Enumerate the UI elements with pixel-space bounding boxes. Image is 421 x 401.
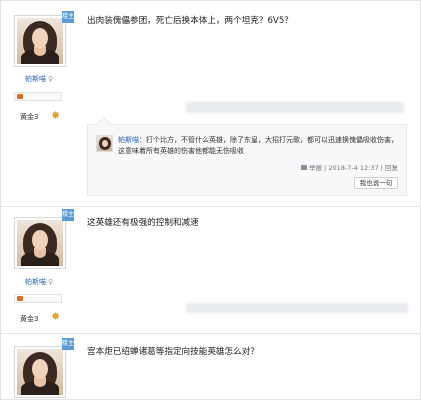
reply-box: 帕斯喵：打个比方，不管什么英雄，除了东皇，大招打元歌，都可以迅速换傀儡吸收伤害，… (87, 124, 407, 196)
level-box (14, 92, 62, 101)
post-content: 这英雄还有极强的控制和减速 (87, 218, 199, 228)
reply-text: 帕斯喵：打个比方，不管什么英雄，除了东皇，大招打元歌，都可以迅速换傀儡吸收伤害，… (118, 135, 400, 157)
post-content: 出肉装傀儡参团，死亡后换本体上，两个坦克？6V5？ (87, 16, 293, 26)
author-name-label[interactable]: 帕斯喵 (25, 75, 46, 83)
avatar-image (17, 18, 63, 64)
avatar-image (17, 220, 63, 266)
reply-date: 2018-7-4 12:37 (328, 164, 379, 172)
gender-icon: ♀ (48, 278, 54, 286)
reply-avatar[interactable] (96, 135, 113, 152)
post-content: 宫本炬已绍蝉诸葛等指定向技能英雄怎么对？ (87, 347, 259, 357)
redacted-text (186, 303, 408, 313)
reply-meta: 举报 | 2018-7-4 12:37 | 回复 (300, 162, 398, 172)
rank-badge-icon: ✸ (51, 310, 61, 323)
rank-text: 黄金3 (20, 315, 39, 323)
report-icon (300, 165, 307, 170)
author-name-label[interactable]: 帕斯喵 (25, 278, 46, 286)
post-2: 楼主 帕斯喵 ♀ 黄金3 ✸ 这英雄还有极强的控制和减速 (1, 207, 421, 333)
reply-body: 打个比方，不管什么英雄，除了东皇，大招打元歌，都可以迅速换傀儡吸收伤害，这意味着… (118, 136, 398, 155)
avatar[interactable] (14, 15, 66, 67)
meta-separator: | (380, 164, 383, 172)
author-badge: 楼主 (62, 338, 74, 350)
reply-username[interactable]: 帕斯喵 (118, 136, 139, 144)
post-3: 楼主 宫本炬已绍蝉诸葛等指定向技能英雄怎么对？ (1, 334, 421, 401)
game-icon (17, 94, 23, 99)
author-badge: 楼主 (62, 11, 74, 23)
reply-link[interactable]: 回复 (385, 164, 398, 172)
rank-badge-icon: ✸ (51, 109, 61, 122)
thread-page: 楼主 帕斯喵 ♀ 黄金3 ✸ 出肉装傀儡参团，死亡后换本体上，两个坦克？6V5？ … (0, 0, 421, 400)
avatar-image (17, 349, 63, 395)
avatar[interactable] (14, 346, 66, 398)
author-name[interactable]: 帕斯喵 ♀ (25, 277, 53, 287)
report-link[interactable]: 举报 (309, 164, 322, 172)
redacted-text (186, 102, 404, 113)
rank-text: 黄金3 (20, 113, 39, 121)
say-something-button[interactable]: 我也说一句 (354, 177, 398, 189)
author-badge: 楼主 (62, 209, 74, 221)
game-icon (17, 296, 23, 301)
reply-separator: ： (139, 136, 146, 144)
author-name[interactable]: 帕斯喵 ♀ (25, 74, 53, 84)
gender-icon: ♀ (48, 75, 54, 83)
post-1: 楼主 帕斯喵 ♀ 黄金3 ✸ 出肉装傀儡参团，死亡后换本体上，两个坦克？6V5？ … (1, 1, 421, 206)
avatar[interactable] (14, 217, 66, 269)
level-box (14, 294, 62, 303)
meta-separator: | (324, 164, 327, 172)
